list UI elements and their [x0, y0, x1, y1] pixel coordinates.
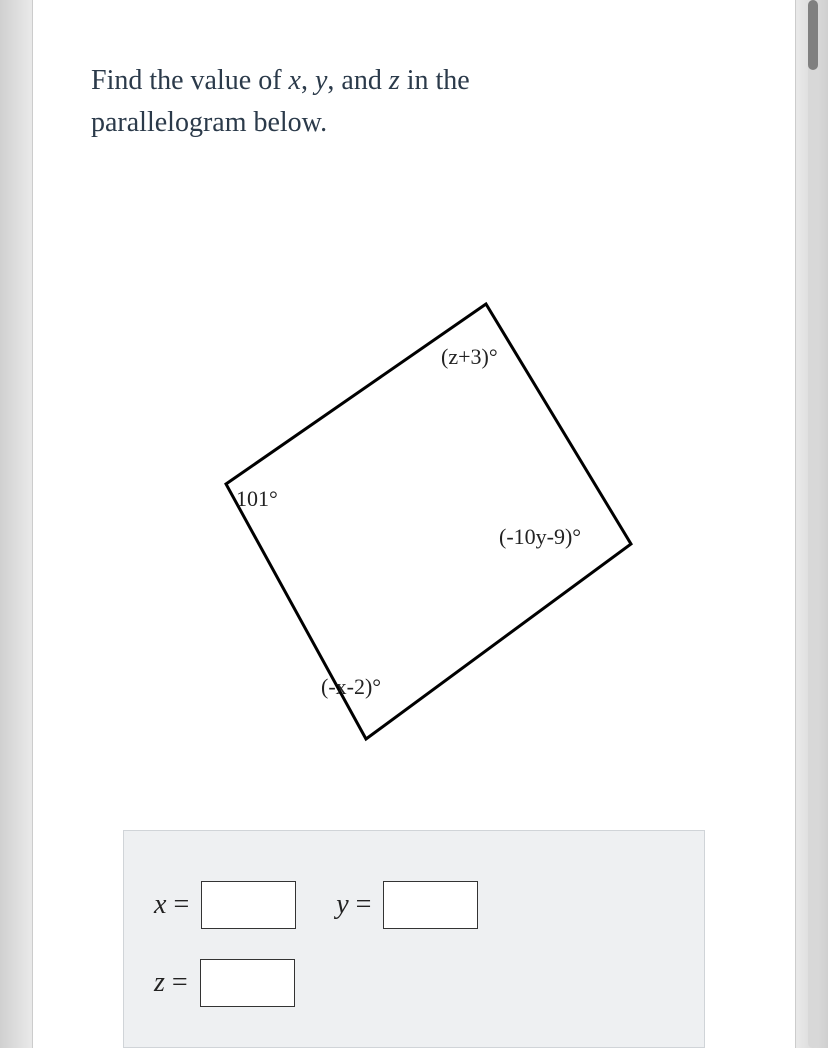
q-sep1: , [301, 65, 315, 96]
answer-row-2: z = [154, 959, 674, 1007]
q-post: in the [400, 65, 470, 96]
answer-group-y: y = [336, 881, 478, 929]
parallelogram-svg [91, 174, 731, 744]
scrollbar-track[interactable] [808, 0, 818, 1048]
question-card: Find the value of x, y, and z in the par… [32, 0, 796, 1048]
q-var-y: y [315, 65, 327, 96]
answer-box: x = y = z = [123, 830, 705, 1048]
eq-x: = [173, 889, 189, 920]
x-var: x [154, 889, 166, 920]
eq-y: = [356, 889, 372, 920]
question-text: Find the value of x, y, and z in the par… [91, 60, 737, 144]
answer-label-x: x = [154, 889, 189, 921]
answer-group-z: z = [154, 959, 295, 1007]
q-var-z: z [389, 65, 400, 96]
parallelogram-diagram: (z+3)° 101° (-10y-9)° (-x-2)° [91, 174, 731, 744]
answer-label-z: z = [154, 967, 188, 999]
q-var-x: x [289, 65, 301, 96]
q-line2: parallelogram below. [91, 107, 327, 138]
z-var: z [154, 967, 165, 998]
answer-group-x: x = [154, 881, 296, 929]
scrollbar-thumb[interactable] [808, 0, 818, 70]
answer-input-z[interactable] [200, 959, 295, 1007]
answer-row-1: x = y = [154, 881, 674, 959]
answer-input-y[interactable] [383, 881, 478, 929]
y-var: y [336, 889, 348, 920]
parallelogram-shape [226, 304, 631, 739]
angle-right-label: (-10y-9)° [499, 524, 581, 550]
q-sep2: , and [327, 65, 388, 96]
answer-label-y: y = [336, 889, 371, 921]
q-pre: Find the value of [91, 65, 289, 96]
angle-top-label: (z+3)° [441, 344, 498, 370]
eq-z: = [172, 967, 188, 998]
answer-input-x[interactable] [201, 881, 296, 929]
page-shadow-left [0, 0, 30, 1048]
angle-left-label: 101° [236, 486, 278, 512]
angle-bottom-label: (-x-2)° [321, 674, 381, 700]
